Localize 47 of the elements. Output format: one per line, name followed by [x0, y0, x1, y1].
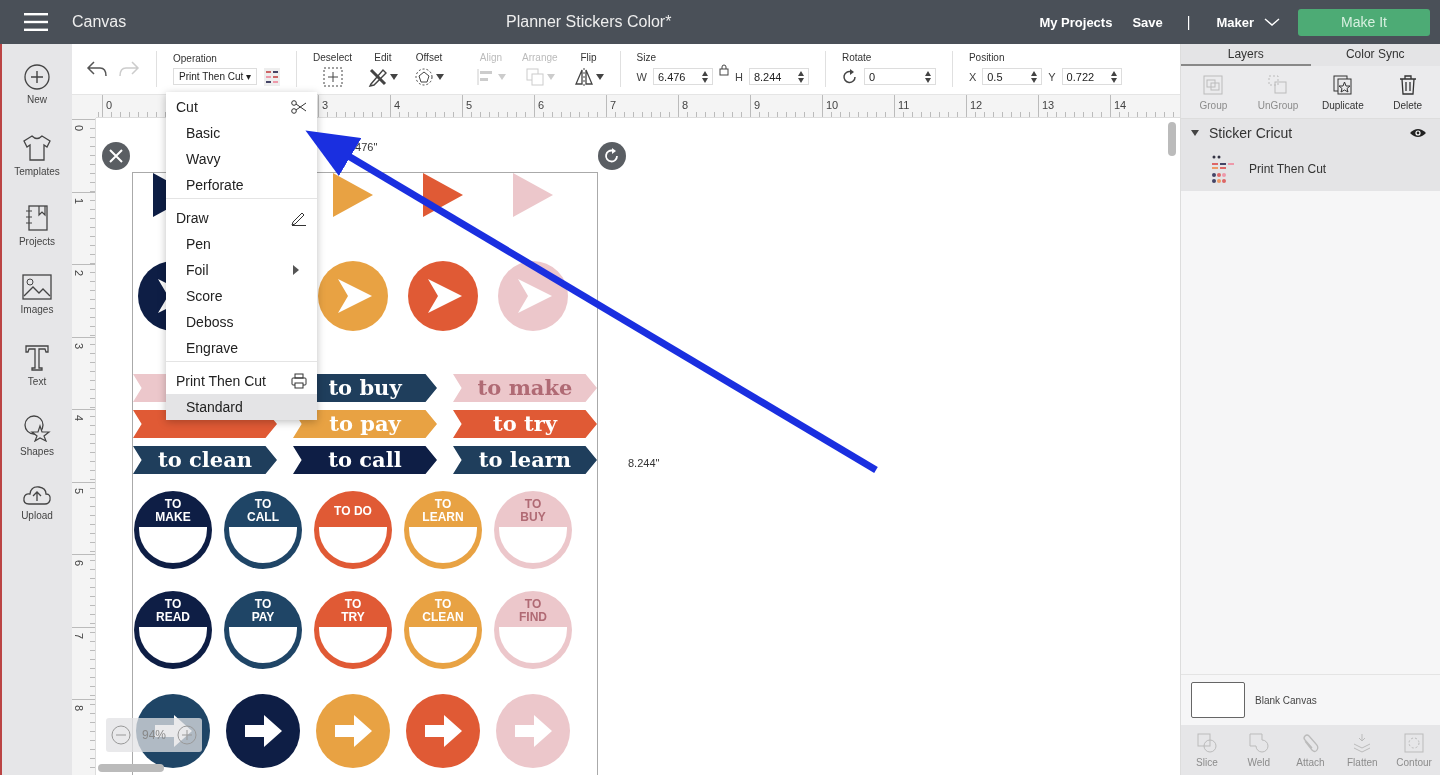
tool-label: Offset	[415, 51, 443, 63]
ruler-number: 9	[753, 99, 761, 111]
ruler-number: 2	[73, 269, 86, 277]
height-label: H	[734, 70, 743, 83]
rotate-label: Rotate	[841, 51, 873, 63]
ruler-number: 11	[897, 99, 910, 111]
project-title: Planner Stickers Color*	[506, 13, 672, 31]
ruler-number: 1	[73, 197, 86, 204]
size-label: Size	[636, 51, 657, 63]
width-label: W	[636, 70, 647, 83]
position-label: Position	[968, 51, 1006, 63]
ruler-number: 12	[969, 99, 983, 111]
tool-label: Flip	[580, 51, 597, 63]
separator: |	[1186, 14, 1191, 30]
tool-label: Edit	[374, 51, 392, 63]
height-dimension: 8.244"	[628, 457, 660, 469]
ruler-number: 0	[105, 99, 113, 111]
ruler-number: 4	[393, 99, 401, 111]
menu-section-title: Cut	[176, 99, 198, 115]
tool-label: Deselect	[313, 51, 352, 63]
tool-label: Arrange	[522, 51, 558, 63]
y-label: Y	[1048, 70, 1056, 83]
menu-section-title: Print Then Cut	[176, 373, 266, 389]
ruler-number: 13	[1041, 99, 1055, 111]
ruler-number: 8	[73, 704, 86, 712]
layer-group-name: Sticker Cricut	[1209, 125, 1294, 141]
ruler-number: 5	[465, 99, 473, 111]
ruler-number: 3	[73, 342, 86, 349]
ruler-number: 7	[609, 99, 617, 111]
operation-label: Operation	[173, 52, 218, 64]
zoom-level: 94%	[142, 728, 166, 742]
ruler-number: 4	[73, 414, 86, 422]
section-title: Canvas	[72, 13, 128, 31]
x-label: X	[968, 70, 977, 83]
layer-name: Print Then Cut	[1249, 162, 1327, 176]
ruler-number: 7	[73, 632, 86, 639]
ruler-number: 3	[321, 99, 329, 111]
ruler-number: 5	[73, 487, 86, 494]
tool-label: Align	[479, 51, 503, 63]
ruler-number: 8	[681, 99, 689, 111]
ruler-number: 6	[73, 559, 86, 567]
ruler-number: 14	[1113, 99, 1127, 111]
menu-section-title: Draw	[176, 210, 209, 226]
ruler-number: 0	[73, 124, 86, 132]
canvas-name: Blank Canvas	[1255, 694, 1317, 706]
ruler-number: 10	[825, 99, 839, 111]
ruler-number: 6	[537, 99, 545, 111]
